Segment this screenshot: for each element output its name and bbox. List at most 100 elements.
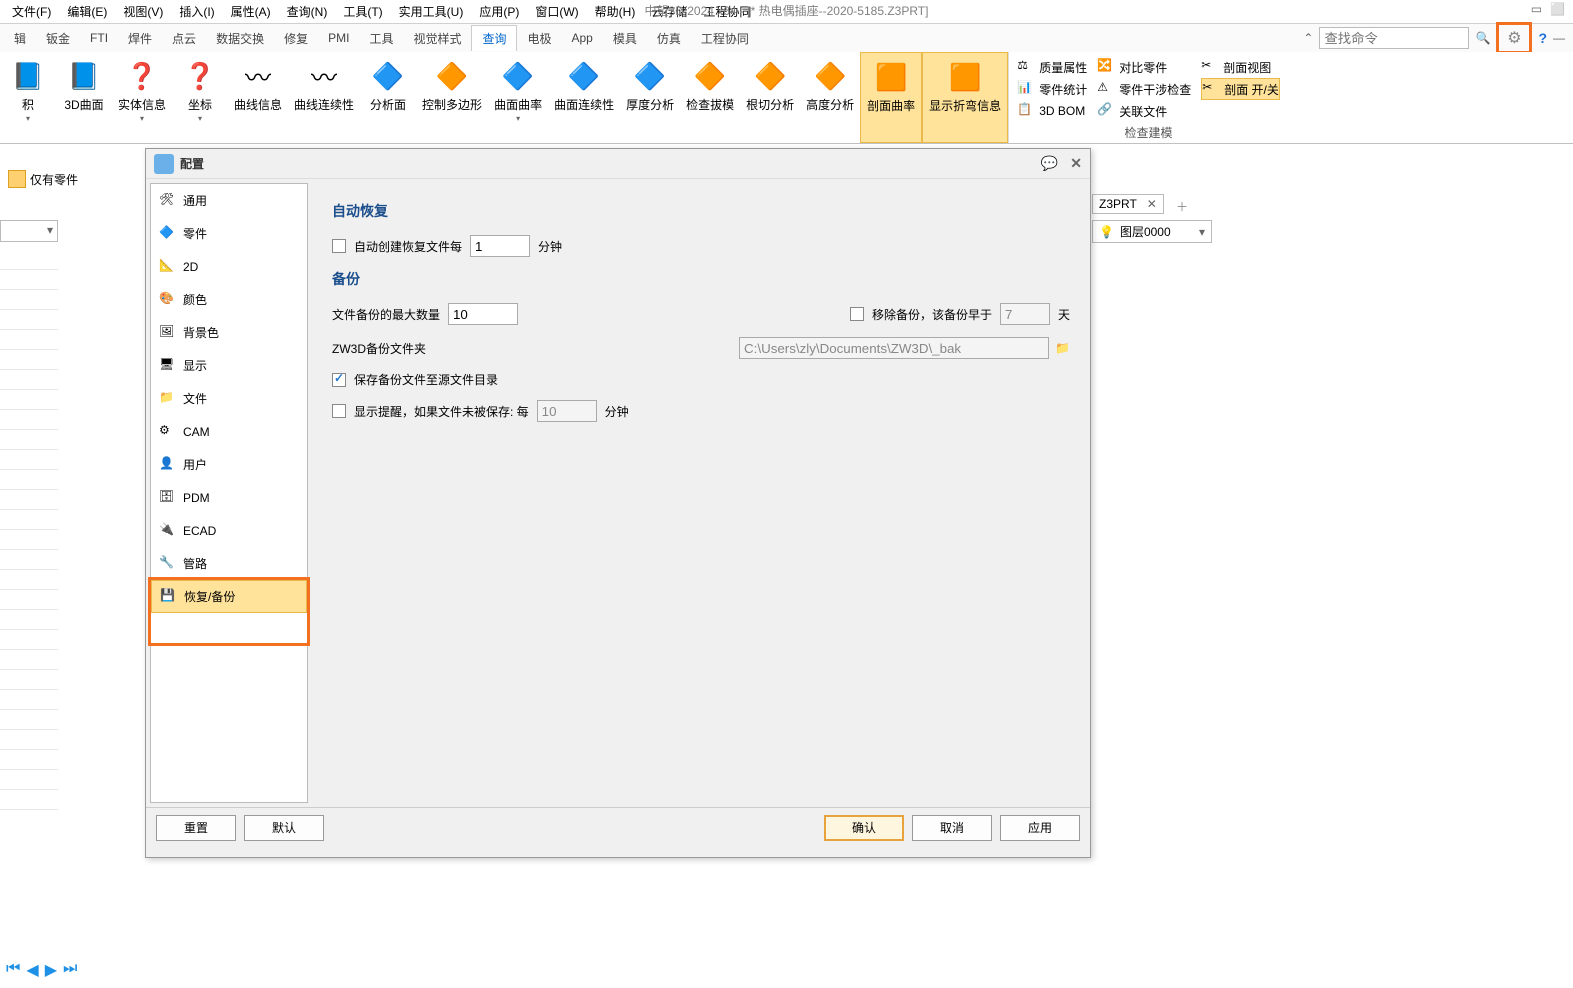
- tab-pointcloud[interactable]: 点云: [162, 26, 206, 51]
- minimize-icon[interactable]: ▭: [1531, 2, 1542, 16]
- tab-repair[interactable]: 修复: [274, 26, 318, 51]
- help-icon[interactable]: ?: [1538, 30, 1547, 46]
- add-tab-icon[interactable]: ＋: [1176, 198, 1188, 215]
- ribbon-curvecont[interactable]: 〰曲线连续性: [288, 52, 360, 143]
- menu-view[interactable]: 视图(V): [115, 1, 171, 22]
- ribbon-3dcurve[interactable]: 📘3D曲面: [56, 52, 112, 143]
- ribbon-linkfile[interactable]: 🔗关联文件: [1097, 100, 1191, 122]
- btn-apply[interactable]: 应用: [1000, 815, 1080, 841]
- nav-user[interactable]: 👤用户: [151, 448, 307, 481]
- tab-mold[interactable]: 模具: [603, 26, 647, 51]
- nav-color[interactable]: 🎨颜色: [151, 283, 307, 316]
- btn-default[interactable]: 默认: [244, 815, 324, 841]
- tab-visual[interactable]: 视觉样式: [403, 26, 471, 51]
- ribbon-curveinfo[interactable]: 〰曲线信息: [228, 52, 288, 143]
- left-combo[interactable]: ▾: [0, 220, 58, 242]
- ribbon-sectionview[interactable]: ✂剖面视图: [1201, 56, 1280, 78]
- ribbon-coord[interactable]: ❓坐标▾: [172, 52, 228, 143]
- tab-query[interactable]: 查询: [471, 25, 517, 51]
- ribbon-volume[interactable]: 📘积▾: [0, 52, 56, 143]
- nav-bg[interactable]: 🖼背景色: [151, 316, 307, 349]
- nav-ecad[interactable]: 🔌ECAD: [151, 514, 307, 547]
- tab-fti[interactable]: FTI: [80, 27, 118, 49]
- chk-autocreate[interactable]: [332, 239, 346, 253]
- ribbon-bendinfo[interactable]: 🟧显示折弯信息: [922, 52, 1008, 143]
- tab-app[interactable]: App: [562, 27, 603, 49]
- chk-removebackup[interactable]: [850, 307, 864, 321]
- nav-backup[interactable]: 💾恢复/备份: [151, 580, 307, 613]
- dialog-close-icon[interactable]: ✕: [1070, 155, 1082, 172]
- nav-2d[interactable]: 📐2D: [151, 250, 307, 283]
- ribbon-ctrlpoly[interactable]: 🔶控制多边形: [416, 52, 488, 143]
- lbl-remind: 显示提醒，如果文件未被保存: 每: [354, 403, 529, 420]
- ribbon-compare[interactable]: 🔀对比零件: [1097, 56, 1191, 78]
- menu-query[interactable]: 查询(N): [279, 1, 336, 22]
- ribbon-surfcont[interactable]: 🔷曲面连续性: [548, 52, 620, 143]
- input-maxbackup[interactable]: [448, 303, 518, 325]
- chk-savetosrc[interactable]: [332, 373, 346, 387]
- minimize2-icon[interactable]: —: [1553, 31, 1565, 45]
- chevron-up-icon[interactable]: ⌃: [1303, 31, 1313, 45]
- tab-sheetmetal[interactable]: 钣金: [36, 26, 80, 51]
- play-back-icon[interactable]: ◀: [26, 960, 38, 980]
- dialog-bubble-icon[interactable]: 💬: [1041, 155, 1058, 172]
- tab-exchange[interactable]: 数据交换: [206, 26, 274, 51]
- nav-pdm[interactable]: 🗄PDM: [151, 481, 307, 514]
- ribbon-draft[interactable]: 🔶检查拔模: [680, 52, 740, 143]
- nav-file[interactable]: 📁文件: [151, 382, 307, 415]
- tab-collab[interactable]: 工程协同: [691, 26, 759, 51]
- menu-edit[interactable]: 编辑(E): [59, 1, 115, 22]
- ribbon-surfcurv[interactable]: 🔷曲面曲率▾: [488, 52, 548, 143]
- ribbon-mass[interactable]: ⚖质量属性: [1017, 56, 1087, 78]
- menu-app[interactable]: 应用(P): [471, 1, 527, 22]
- menu-insert[interactable]: 插入(I): [171, 1, 222, 22]
- play-fwd-icon[interactable]: ▶: [45, 960, 57, 980]
- chk-remind[interactable]: [332, 404, 346, 418]
- menu-file[interactable]: 文件(F): [4, 1, 59, 22]
- folder-browse-icon[interactable]: 📁: [1055, 341, 1070, 355]
- nav-pipe[interactable]: 🔧管路: [151, 547, 307, 580]
- bulb-icon: 💡: [1099, 225, 1114, 239]
- btn-reset[interactable]: 重置: [156, 815, 236, 841]
- menu-tools[interactable]: 工具(T): [335, 1, 390, 22]
- menu-util[interactable]: 实用工具(U): [391, 1, 472, 22]
- close-icon[interactable]: ✕: [1147, 197, 1157, 211]
- search-command-input[interactable]: [1319, 27, 1469, 49]
- nav-display[interactable]: 🖥显示: [151, 349, 307, 382]
- tab-electrode[interactable]: 电极: [517, 26, 561, 51]
- ribbon-undercut[interactable]: 🔶根切分析: [740, 52, 800, 143]
- lbl-savetosrc: 保存备份文件至源文件目录: [354, 371, 498, 388]
- input-autocreate-min[interactable]: [470, 235, 530, 257]
- ribbon-interfere[interactable]: ⚠零件干涉检查: [1097, 78, 1191, 100]
- doc-tab[interactable]: Z3PRT ✕: [1092, 194, 1164, 214]
- nav-part[interactable]: 🔷零件: [151, 217, 307, 250]
- maximize-icon[interactable]: ⬜: [1550, 2, 1565, 16]
- nav-general[interactable]: 🛠通用: [151, 184, 307, 217]
- ribbon-height[interactable]: 🔶高度分析: [800, 52, 860, 143]
- chevron-down-icon[interactable]: ▾: [1199, 225, 1205, 239]
- skip-back-icon[interactable]: ⏮: [6, 960, 20, 980]
- ribbon-analyzeface[interactable]: 🔷分析面: [360, 52, 416, 143]
- ribbon-thickness[interactable]: 🔷厚度分析: [620, 52, 680, 143]
- menu-help[interactable]: 帮助(H): [587, 1, 644, 22]
- nav-cam[interactable]: ⚙CAM: [151, 415, 307, 448]
- settings-gear-icon[interactable]: ⚙: [1496, 22, 1532, 54]
- menu-window[interactable]: 窗口(W): [527, 1, 586, 22]
- skip-fwd-icon[interactable]: ⏭: [63, 960, 77, 980]
- ribbon-partstat[interactable]: 📊零件统计: [1017, 78, 1087, 100]
- layer-combo[interactable]: 💡 图层0000 ▾: [1092, 220, 1212, 243]
- ribbon-entityinfo[interactable]: ❓实体信息▾: [112, 52, 172, 143]
- ribbon-sectiontoggle[interactable]: ✂剖面 开/关: [1201, 78, 1280, 100]
- tab-pmi[interactable]: PMI: [318, 27, 359, 49]
- ribbon-sectioncurv[interactable]: 🟧剖面曲率: [860, 52, 922, 143]
- tab-weld[interactable]: 焊件: [118, 26, 162, 51]
- tab-sim[interactable]: 仿真: [647, 26, 691, 51]
- part-only-pill[interactable]: 仅有零件: [8, 170, 78, 188]
- tab-tool[interactable]: 工具: [359, 26, 403, 51]
- btn-ok[interactable]: 确认: [824, 815, 904, 841]
- tab-edit[interactable]: 辑: [4, 26, 36, 51]
- search-icon[interactable]: 🔍: [1475, 31, 1490, 45]
- btn-cancel[interactable]: 取消: [912, 815, 992, 841]
- menu-attr[interactable]: 属性(A): [223, 1, 279, 22]
- ribbon-3dbom[interactable]: 📋3D BOM: [1017, 100, 1087, 122]
